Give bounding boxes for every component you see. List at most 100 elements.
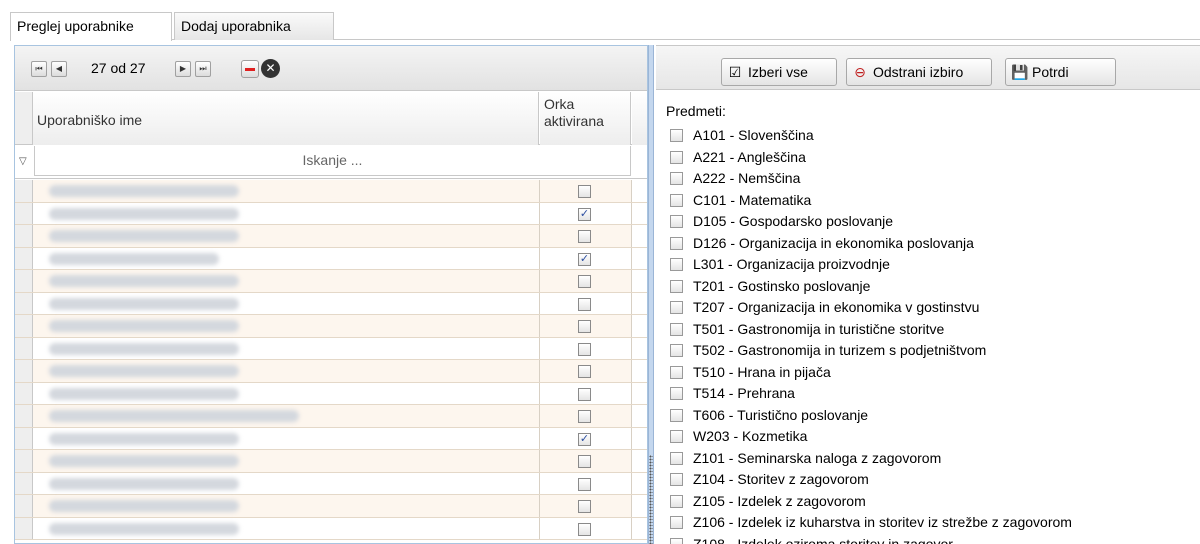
column-header-orka[interactable]: Orka aktivirana (540, 92, 631, 145)
subject-checkbox[interactable] (670, 344, 683, 357)
subject-checkbox[interactable] (670, 408, 683, 422)
users-panel: ⏮ ◀ 27 od 27 ▶ ⏭ ✕ Uporabniško ime Orka … (14, 45, 648, 544)
orka-checkbox[interactable] (578, 275, 591, 288)
table-row[interactable] (15, 450, 647, 473)
orka-checkbox[interactable] (578, 230, 591, 243)
subject-item[interactable]: T606 - Turistično poslovanje (670, 405, 1072, 427)
orka-checkbox[interactable] (578, 522, 591, 536)
subject-item[interactable]: Z108 - Izdelek oziroma storitev in zagov… (670, 534, 1072, 544)
tab-add-user[interactable]: Dodaj uporabnika (174, 12, 334, 40)
subject-item[interactable]: C101 - Matematika (670, 190, 1072, 212)
username-cell (33, 292, 540, 314)
table-row[interactable] (15, 292, 647, 315)
splitter-grip[interactable] (649, 455, 653, 544)
redacted-username (49, 275, 239, 287)
subject-item[interactable]: T201 - Gostinsko poslovanje (670, 276, 1072, 298)
subject-checkbox[interactable] (670, 494, 683, 508)
redacted-username (49, 252, 219, 265)
orka-checkbox[interactable] (578, 342, 591, 356)
table-row[interactable] (15, 270, 647, 293)
subject-item[interactable]: W203 - Kozmetika (670, 426, 1072, 448)
table-row[interactable]: ✓ (15, 427, 647, 450)
first-page-button[interactable]: ⏮ (31, 61, 47, 77)
table-row[interactable] (15, 337, 647, 360)
select-all-button[interactable]: ☑ Izberi vse (721, 58, 837, 86)
row-header (15, 247, 33, 269)
table-row[interactable]: ✓ (15, 247, 647, 270)
orka-checkbox[interactable]: ✓ (578, 432, 591, 446)
table-row[interactable] (15, 472, 647, 495)
subject-checkbox[interactable] (670, 150, 683, 164)
tab-view-users[interactable]: Preglej uporabnike (10, 12, 172, 41)
orka-checkbox[interactable]: ✓ (578, 252, 591, 266)
subject-item[interactable]: Z104 - Storitev z zagovorom (670, 469, 1072, 491)
subject-checkbox[interactable] (670, 473, 683, 486)
close-icon[interactable]: ✕ (261, 59, 280, 78)
subject-item[interactable]: D105 - Gospodarsko poslovanje (670, 211, 1072, 233)
subject-checkbox[interactable] (670, 215, 683, 228)
orka-checkbox[interactable] (578, 410, 591, 423)
subject-item[interactable]: Z101 - Seminarska naloga z zagovorom (670, 448, 1072, 470)
column-header-username[interactable]: Uporabniško ime (33, 92, 539, 145)
subject-checkbox[interactable] (670, 301, 683, 314)
table-row[interactable] (15, 180, 647, 203)
table-row[interactable] (15, 360, 647, 383)
orka-cell (540, 495, 632, 517)
subject-item[interactable]: L301 - Organizacija proizvodnje (670, 254, 1072, 276)
subject-checkbox[interactable] (670, 387, 683, 400)
subject-item[interactable]: A221 - Angleščina (670, 147, 1072, 169)
subject-item[interactable]: T207 - Organizacija in ekonomika v gosti… (670, 297, 1072, 319)
subject-checkbox[interactable] (670, 279, 683, 293)
next-page-button[interactable]: ▶ (175, 61, 191, 77)
orka-checkbox[interactable] (578, 500, 591, 513)
subject-checkbox[interactable] (670, 129, 683, 142)
table-row[interactable] (15, 405, 647, 428)
subject-checkbox[interactable] (670, 258, 683, 271)
username-cell (33, 202, 540, 224)
subject-checkbox[interactable] (670, 451, 683, 465)
orka-checkbox[interactable] (578, 320, 591, 333)
table-row[interactable] (15, 315, 647, 338)
subject-checkbox[interactable] (670, 430, 683, 443)
username-cell (33, 382, 540, 404)
table-row[interactable] (15, 225, 647, 248)
subject-item[interactable]: Z105 - Izdelek z zagovorom (670, 491, 1072, 513)
subject-checkbox[interactable] (670, 322, 683, 336)
panel-splitter[interactable] (648, 45, 654, 544)
prev-page-button[interactable]: ◀ (51, 61, 67, 77)
confirm-button[interactable]: 💾 Potrdi (1005, 58, 1116, 86)
subject-checkbox[interactable] (670, 172, 683, 185)
orka-checkbox[interactable] (578, 455, 591, 468)
subject-checkbox[interactable] (670, 516, 683, 529)
subject-item[interactable]: A222 - Nemščina (670, 168, 1072, 190)
subject-checkbox[interactable] (670, 236, 683, 250)
subject-item[interactable]: T501 - Gastronomija in turistične storit… (670, 319, 1072, 341)
subjects-title: Predmeti: (666, 103, 726, 119)
orka-checkbox[interactable] (578, 477, 591, 491)
subject-item[interactable]: D126 - Organizacija in ekonomika poslova… (670, 233, 1072, 255)
subject-item[interactable]: A101 - Slovenščina (670, 125, 1072, 147)
subject-item[interactable]: Z106 - Izdelek iz kuharstva in storitev … (670, 512, 1072, 534)
subjects-list: A101 - Slovenščina A221 - Angleščina A222 … (670, 125, 1072, 544)
username-cell (33, 405, 540, 427)
orka-checkbox[interactable] (578, 365, 591, 378)
table-row[interactable] (15, 517, 647, 540)
minus-icon[interactable] (241, 60, 259, 78)
search-input[interactable]: Iskanje ... (34, 146, 631, 176)
subject-checkbox[interactable] (670, 365, 683, 379)
table-row[interactable] (15, 495, 647, 518)
subject-checkbox[interactable] (670, 537, 683, 544)
orka-checkbox[interactable]: ✓ (578, 207, 591, 221)
table-row[interactable] (15, 382, 647, 405)
table-row[interactable]: ✓ (15, 202, 647, 225)
subject-item[interactable]: T502 - Gastronomija in turizem s podjetn… (670, 340, 1072, 362)
remove-selection-button[interactable]: ⊖ Odstrani izbiro (846, 58, 992, 86)
subject-item[interactable]: T510 - Hrana in pijača (670, 362, 1072, 384)
filter-icon[interactable]: ▽ (19, 156, 27, 167)
orka-checkbox[interactable] (578, 297, 591, 311)
orka-checkbox[interactable] (578, 185, 591, 198)
subject-item[interactable]: T514 - Prehrana (670, 383, 1072, 405)
last-page-button[interactable]: ⏭ (195, 61, 211, 77)
subject-checkbox[interactable] (670, 193, 683, 207)
orka-checkbox[interactable] (578, 387, 591, 401)
